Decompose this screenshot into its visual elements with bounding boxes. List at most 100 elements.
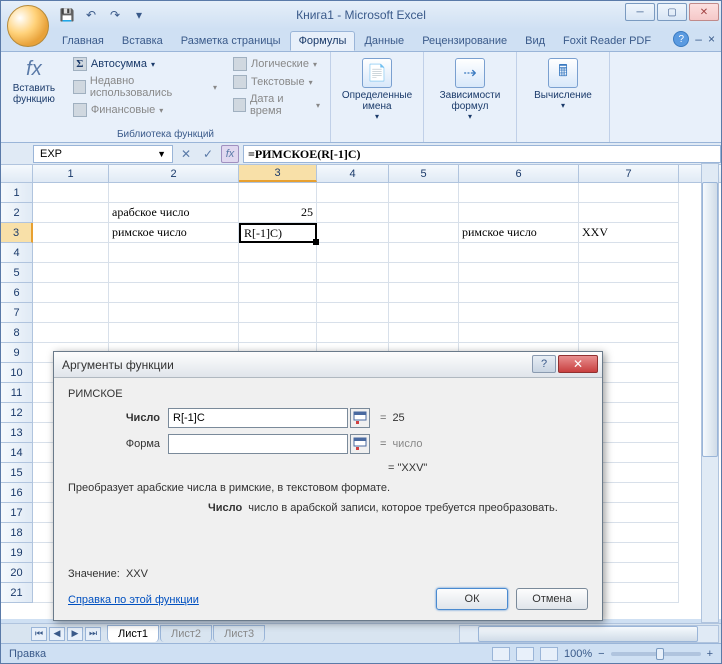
cell[interactable] [389, 183, 459, 203]
cell[interactable] [109, 283, 239, 303]
text-button[interactable]: Текстовые▾ [229, 74, 324, 90]
office-button[interactable] [7, 5, 49, 47]
scroll-thumb[interactable] [478, 626, 698, 642]
cancel-button[interactable]: Отмена [516, 588, 588, 610]
close-button[interactable]: ✕ [689, 3, 719, 21]
chevron-down-icon[interactable]: ▼ [157, 149, 166, 159]
ribbon-minimize-icon[interactable]: – [695, 32, 702, 46]
row-header[interactable]: 13 [1, 423, 33, 443]
row-header[interactable]: 14 [1, 443, 33, 463]
cell[interactable] [317, 243, 389, 263]
cell[interactable] [33, 263, 109, 283]
name-box[interactable]: EXP▼ [33, 145, 173, 163]
cell[interactable] [579, 283, 679, 303]
cell[interactable] [33, 283, 109, 303]
col-header[interactable]: 1 [33, 165, 109, 182]
dialog-help-icon[interactable]: ? [532, 355, 556, 373]
cell[interactable]: римское число [459, 223, 579, 243]
row-header[interactable]: 9 [1, 343, 33, 363]
select-all-corner[interactable] [1, 165, 33, 182]
help-icon[interactable]: ? [673, 31, 689, 47]
tab-insert[interactable]: Вставка [113, 31, 172, 51]
view-pagebreak-icon[interactable] [540, 647, 558, 661]
autosum-button[interactable]: ΣАвтосумма▾ [69, 56, 221, 72]
sheet-tab-3[interactable]: Лист3 [213, 625, 265, 642]
dialog-title-bar[interactable]: Аргументы функции ? ✕ [54, 352, 602, 378]
range-picker-icon[interactable] [350, 408, 370, 428]
sheet-nav-next-icon[interactable]: ▶ [67, 627, 83, 641]
tab-formulas[interactable]: Формулы [290, 31, 356, 51]
col-header[interactable]: 4 [317, 165, 389, 182]
row-header[interactable]: 4 [1, 243, 33, 263]
cell[interactable]: R[-1]C) [239, 223, 317, 243]
cell[interactable] [389, 323, 459, 343]
scroll-thumb[interactable] [702, 182, 718, 457]
cell[interactable] [109, 263, 239, 283]
tab-view[interactable]: Вид [516, 31, 554, 51]
maximize-button[interactable]: ▢ [657, 3, 687, 21]
cell[interactable] [239, 243, 317, 263]
cell[interactable] [239, 263, 317, 283]
cell[interactable] [389, 283, 459, 303]
cell[interactable] [459, 303, 579, 323]
tab-review[interactable]: Рецензирование [413, 31, 516, 51]
sheet-tab-1[interactable]: Лист1 [107, 625, 159, 642]
dialog-close-button[interactable]: ✕ [558, 355, 598, 373]
cell[interactable]: XXV [579, 223, 679, 243]
zoom-in-icon[interactable]: + [707, 648, 713, 660]
col-header[interactable]: 2 [109, 165, 239, 182]
view-normal-icon[interactable] [492, 647, 510, 661]
cell[interactable]: арабское число [109, 203, 239, 223]
tab-home[interactable]: Главная [53, 31, 113, 51]
col-header[interactable]: 5 [389, 165, 459, 182]
cell[interactable] [459, 183, 579, 203]
tab-foxit[interactable]: Foxit Reader PDF [554, 31, 660, 51]
cell[interactable] [33, 323, 109, 343]
row-header[interactable]: 1 [1, 183, 33, 203]
cell[interactable] [459, 263, 579, 283]
col-header[interactable]: 6 [459, 165, 579, 182]
cell[interactable] [317, 263, 389, 283]
cell[interactable] [459, 323, 579, 343]
cell[interactable] [389, 243, 459, 263]
cell[interactable] [389, 303, 459, 323]
horizontal-scrollbar[interactable] [459, 625, 719, 643]
cell[interactable] [317, 223, 389, 243]
cell[interactable] [33, 203, 109, 223]
row-header[interactable]: 12 [1, 403, 33, 423]
undo-icon[interactable]: ↶ [81, 5, 101, 25]
row-header[interactable]: 16 [1, 483, 33, 503]
enter-formula-icon[interactable]: ✓ [199, 145, 217, 163]
save-icon[interactable]: 💾 [57, 5, 77, 25]
row-header[interactable]: 5 [1, 263, 33, 283]
cell[interactable] [317, 283, 389, 303]
cell[interactable]: римское число [109, 223, 239, 243]
calculation-button[interactable]: 🖩Вычисление▾ [523, 54, 603, 114]
formula-auditing-button[interactable]: ⇢Зависимости формул▾ [430, 54, 510, 125]
cell[interactable] [579, 243, 679, 263]
financial-button[interactable]: Финансовые▾ [69, 102, 221, 118]
cell[interactable] [33, 303, 109, 323]
logical-button[interactable]: Логические▾ [229, 56, 324, 72]
row-header[interactable]: 8 [1, 323, 33, 343]
row-header[interactable]: 17 [1, 503, 33, 523]
cell[interactable] [239, 183, 317, 203]
cell[interactable] [459, 283, 579, 303]
cancel-formula-icon[interactable]: ✕ [177, 145, 195, 163]
formula-input[interactable]: =РИМСКОЕ(R[-1]C) [243, 145, 721, 163]
sheet-nav-last-icon[interactable]: ⏭ [85, 627, 101, 641]
cell[interactable] [317, 303, 389, 323]
redo-icon[interactable]: ↷ [105, 5, 125, 25]
cell[interactable] [389, 223, 459, 243]
sheet-nav-prev-icon[interactable]: ◀ [49, 627, 65, 641]
function-help-link[interactable]: Справка по этой функции [68, 594, 199, 606]
zoom-out-icon[interactable]: − [598, 648, 604, 660]
cell[interactable] [579, 203, 679, 223]
workbook-close-icon[interactable]: × [708, 32, 715, 46]
tab-page-layout[interactable]: Разметка страницы [172, 31, 290, 51]
qat-dropdown-icon[interactable]: ▾ [129, 5, 149, 25]
insert-function-button[interactable]: fx Вставить функцию [7, 54, 61, 140]
row-header[interactable]: 21 [1, 583, 33, 603]
cell[interactable] [579, 183, 679, 203]
fx-button[interactable]: fx [221, 145, 239, 163]
